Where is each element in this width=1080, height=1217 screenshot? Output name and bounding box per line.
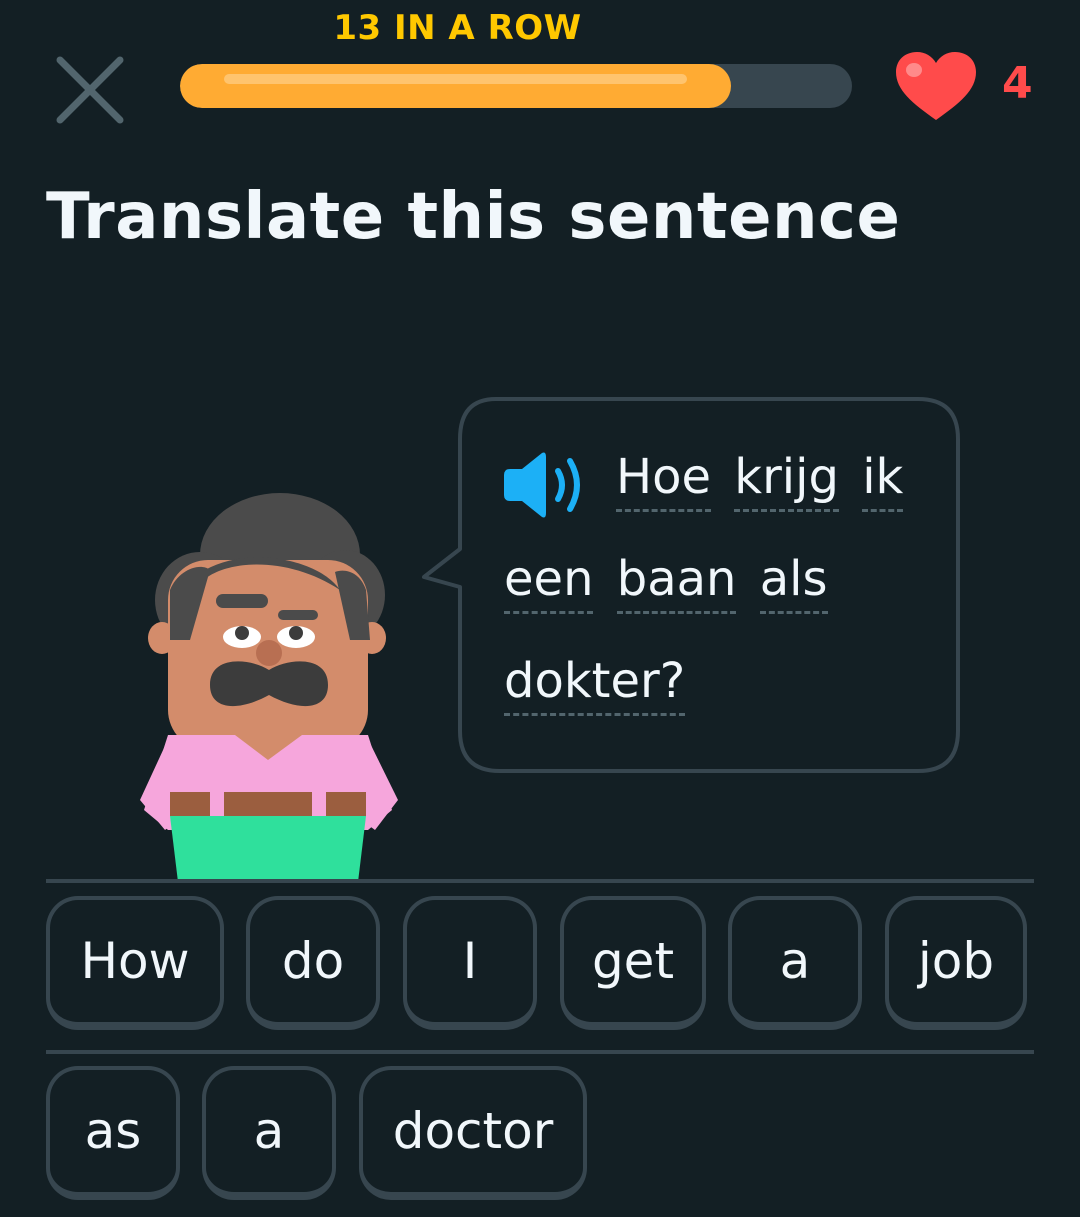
close-icon (56, 56, 124, 124)
word-tile[interactable]: a (202, 1066, 336, 1200)
speaker-icon (504, 452, 580, 518)
sentence-word[interactable]: ik (862, 449, 904, 512)
word-tile[interactable]: How (46, 896, 224, 1030)
streak-label: 13 IN A ROW (333, 8, 582, 48)
sentence-line-3: dokter? (504, 653, 686, 716)
word-tile[interactable]: a (728, 896, 862, 1030)
character-illustration (130, 490, 410, 882)
sentence-word[interactable]: een (504, 551, 594, 614)
word-tile[interactable]: do (246, 896, 380, 1030)
sentence-line-1: Hoe krijg ik (616, 449, 904, 512)
page-title: Translate this sentence (46, 180, 901, 254)
heart-icon (896, 52, 976, 120)
word-tile[interactable]: doctor (359, 1066, 587, 1200)
progress-shine (224, 74, 688, 84)
hearts-count: 4 (1002, 58, 1033, 109)
sentence-word[interactable]: dokter? (504, 653, 686, 716)
word-tile[interactable]: job (885, 896, 1027, 1030)
sentence-line-2: een baan als (504, 551, 828, 614)
sentence-word[interactable]: als (759, 551, 828, 614)
sentence-word[interactable]: Hoe (616, 449, 711, 512)
sentence-word[interactable]: krijg (734, 449, 839, 512)
answer-line-1 (46, 879, 1034, 883)
word-tile[interactable]: as (46, 1066, 180, 1200)
progress-fill (180, 64, 732, 108)
hearts-counter: 4 (892, 48, 1052, 128)
answer-line-2 (46, 1050, 1034, 1054)
lesson-progress-bar (180, 64, 852, 108)
speech-bubble: Hoe krijg ik een baan als dokter? (420, 397, 960, 773)
word-tile[interactable]: I (403, 896, 537, 1030)
sentence-word[interactable]: baan (616, 551, 737, 614)
play-audio-button[interactable] (500, 449, 592, 521)
close-button[interactable] (52, 52, 128, 128)
word-tile[interactable]: get (560, 896, 706, 1030)
